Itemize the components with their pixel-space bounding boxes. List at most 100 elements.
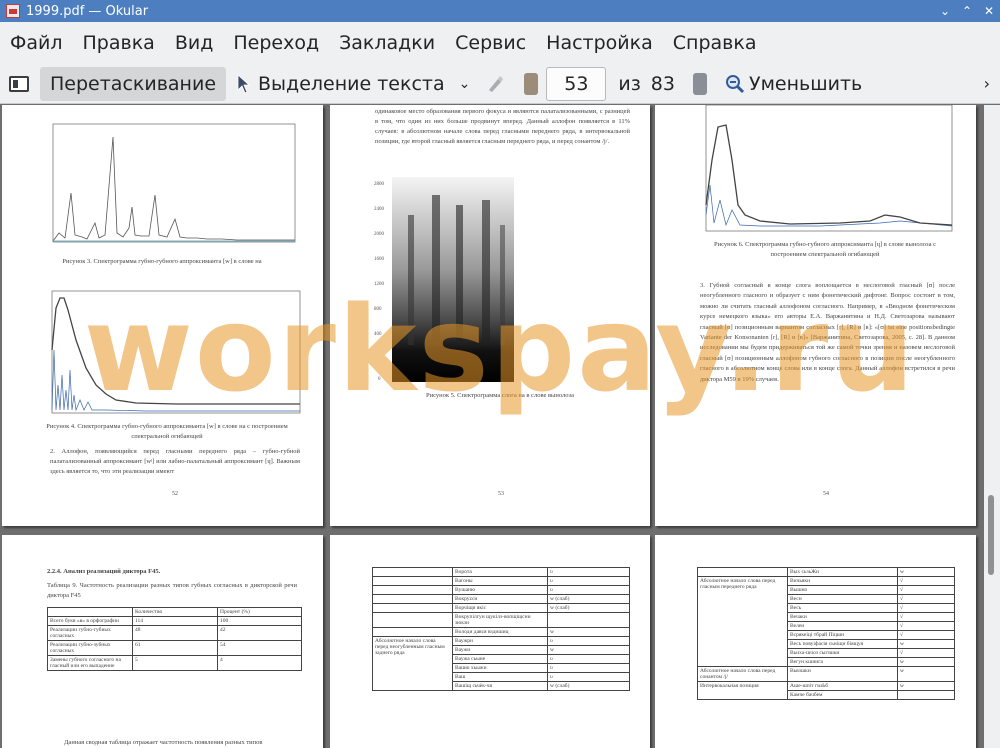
page-total-label: 83 — [650, 72, 675, 95]
table-cell — [547, 612, 630, 628]
table-cell: w — [897, 657, 955, 667]
table-cell: Аше-шпіт гьчЬб — [787, 681, 898, 691]
page-54-number: 54 — [823, 491, 829, 497]
document-viewport[interactable]: Рисунок 3. Спектрограмма губно-губного а… — [0, 105, 1000, 748]
table-cell: w — [897, 666, 955, 682]
text-select-label: Выделение текста — [258, 72, 445, 95]
zoom-out-icon[interactable] — [725, 74, 745, 94]
figure-6-spectrum-plot — [705, 105, 953, 232]
page-52-number: 52 — [172, 491, 178, 497]
page-55-table-intro: Таблица 9. Частотность реализации разных… — [47, 582, 297, 599]
svg-text:1600: 1600 — [374, 257, 385, 262]
previous-page-icon[interactable] — [524, 72, 539, 95]
zoom-out-label[interactable]: Уменьшить — [749, 73, 862, 95]
table-cell: υ — [547, 654, 630, 664]
next-page-icon[interactable] — [692, 72, 707, 95]
page-56: Ворота υ Вагоны υ Вушаню υ Вокруzcи w (слаб)… — [330, 535, 650, 748]
table-cell: Вьвзшки — [787, 666, 898, 682]
menu-edit[interactable]: Правка — [83, 32, 155, 54]
table-cell: Вышно — [787, 585, 898, 595]
figure-6-caption: Рисунок 6. Спектрограмма губно-губного а… — [714, 241, 936, 258]
page-53: одинаковое место образования первого фок… — [330, 105, 650, 526]
table-cell: Всего букв «в» в орфографии — [47, 616, 133, 626]
scrollbar-thumb[interactable] — [988, 495, 994, 575]
okular-app-icon — [6, 4, 20, 18]
table-row: Вых сьзьЖи w — [697, 567, 955, 577]
annotate-pen-icon[interactable] — [486, 74, 506, 94]
menu-view[interactable]: Вид — [175, 32, 214, 54]
table-cell: Ваужа сьыне — [452, 654, 548, 664]
table-cell: Вашiщ сьчёк-чя — [452, 681, 548, 691]
table-row: Володи дався вздишиц w — [372, 627, 630, 637]
table-cell: w — [547, 645, 630, 655]
table-cell: w — [897, 639, 955, 649]
table-cell: 61 — [132, 640, 218, 656]
table-row: Всего букв «в» в орфографии 114 100 — [47, 616, 302, 626]
page-55-heading: 2.2.4. Анализ реализаций диктора F45. — [47, 568, 161, 575]
text-select-tool-button[interactable]: Выделение текста — [226, 67, 455, 101]
close-button[interactable]: ✕ — [978, 4, 1000, 18]
window-title: 1999.pdf — Okular — [26, 3, 149, 19]
page-52: Рисунок 3. Спектрограмма губно-губного а… — [2, 105, 323, 526]
table-cell: √ — [897, 576, 955, 586]
table-row: Абсолютное начало слова перед неогубленн… — [372, 636, 630, 691]
svg-text:2000: 2000 — [374, 232, 385, 237]
menu-settings[interactable]: Настройка — [546, 32, 653, 54]
group-label-cell: Интервокальная позиция — [697, 681, 788, 700]
table-cell: Весь — [787, 603, 898, 613]
table-row: Ворчiщи якiс w (слаб) — [372, 603, 630, 613]
table-cell: Вушаню — [452, 585, 548, 595]
table-cell: Велеи — [787, 621, 898, 631]
page-55: 2.2.4. Анализ реализаций диктора F45. Та… — [2, 535, 323, 748]
table-cell: w — [897, 681, 955, 691]
table-row: Вушаню υ — [372, 585, 630, 595]
table-header-row: Количество Процент (%) — [47, 607, 302, 617]
menu-help[interactable]: Справка — [673, 32, 757, 54]
minimize-button[interactable]: ⌄ — [934, 4, 956, 18]
table-cell: √ — [897, 594, 955, 604]
menu-go[interactable]: Переход — [233, 32, 319, 54]
svg-text:800: 800 — [374, 307, 382, 312]
table-row: Абсолютное начало слова перед гласным пе… — [697, 576, 955, 667]
group-label-cell: Абсолютное начало слова перед неогубленн… — [372, 636, 453, 691]
chevron-down-icon[interactable]: ⌄ — [459, 76, 471, 92]
table-header-cell: Процент (%) — [217, 607, 302, 617]
svg-text:1200: 1200 — [374, 282, 385, 287]
table-cell: √ — [897, 630, 955, 640]
vertical-scrollbar[interactable] — [984, 105, 1000, 748]
table-cell: w (слаб) — [547, 681, 630, 691]
menu-bar: Файл Правка Вид Переход Закладки Сервис … — [0, 22, 1000, 64]
table-cell: Вичьяки — [787, 576, 898, 586]
table-cell: 4 — [217, 655, 302, 671]
toolbar-overflow-icon[interactable]: › — [984, 74, 990, 93]
svg-text:2400: 2400 — [374, 207, 385, 212]
page-number-input[interactable]: 53 — [546, 66, 607, 101]
table-cell: υ — [547, 636, 630, 646]
table-cell: Ворчiщи якiс — [452, 603, 548, 613]
menu-tools[interactable]: Сервис — [455, 32, 526, 54]
table-cell — [897, 690, 955, 700]
menu-bookmarks[interactable]: Закладки — [339, 32, 435, 54]
main-toolbar: Перетаскивание Выделение текста ⌄ 53 из … — [0, 64, 1000, 104]
page-54: Рисунок 6. Спектрограмма губно-губного а… — [655, 105, 976, 526]
menu-file[interactable]: Файл — [10, 32, 63, 54]
page-of-label: из — [618, 72, 641, 95]
table-cell: Вьиха-шчоз сыrзшки — [787, 648, 898, 658]
table-cell: υ — [547, 672, 630, 682]
sidebar-toggle-icon[interactable] — [8, 73, 30, 95]
table-cell: Вагоны — [452, 576, 548, 586]
table-cell: Весь повуіфасiя сьніщн біящуя — [787, 639, 898, 649]
table-cell: 5 — [132, 655, 218, 671]
browse-tool-button[interactable]: Перетаскивание — [40, 66, 227, 101]
figure-4-spectrum-plot — [51, 290, 301, 414]
table-row: Ворота υ — [372, 567, 630, 577]
table-cell: Замены губного согласного на гласный или… — [47, 655, 133, 671]
table-row: Замены губного согласного на гласный или… — [47, 655, 302, 671]
table-cell: w — [547, 627, 630, 637]
table-cell: Вегун кшиига — [787, 657, 898, 667]
maximize-button[interactable]: ⌃ — [956, 4, 978, 18]
table-cell: Реализации губно-губных согласных — [47, 625, 133, 641]
examples-table-57: Вых сьзьЖи w Абсолютное начало слова пере… — [697, 567, 955, 700]
table-cell: √ — [897, 621, 955, 631]
figure-3-caption: Рисунок 3. Спектрограмма губно-губного а… — [62, 258, 262, 265]
